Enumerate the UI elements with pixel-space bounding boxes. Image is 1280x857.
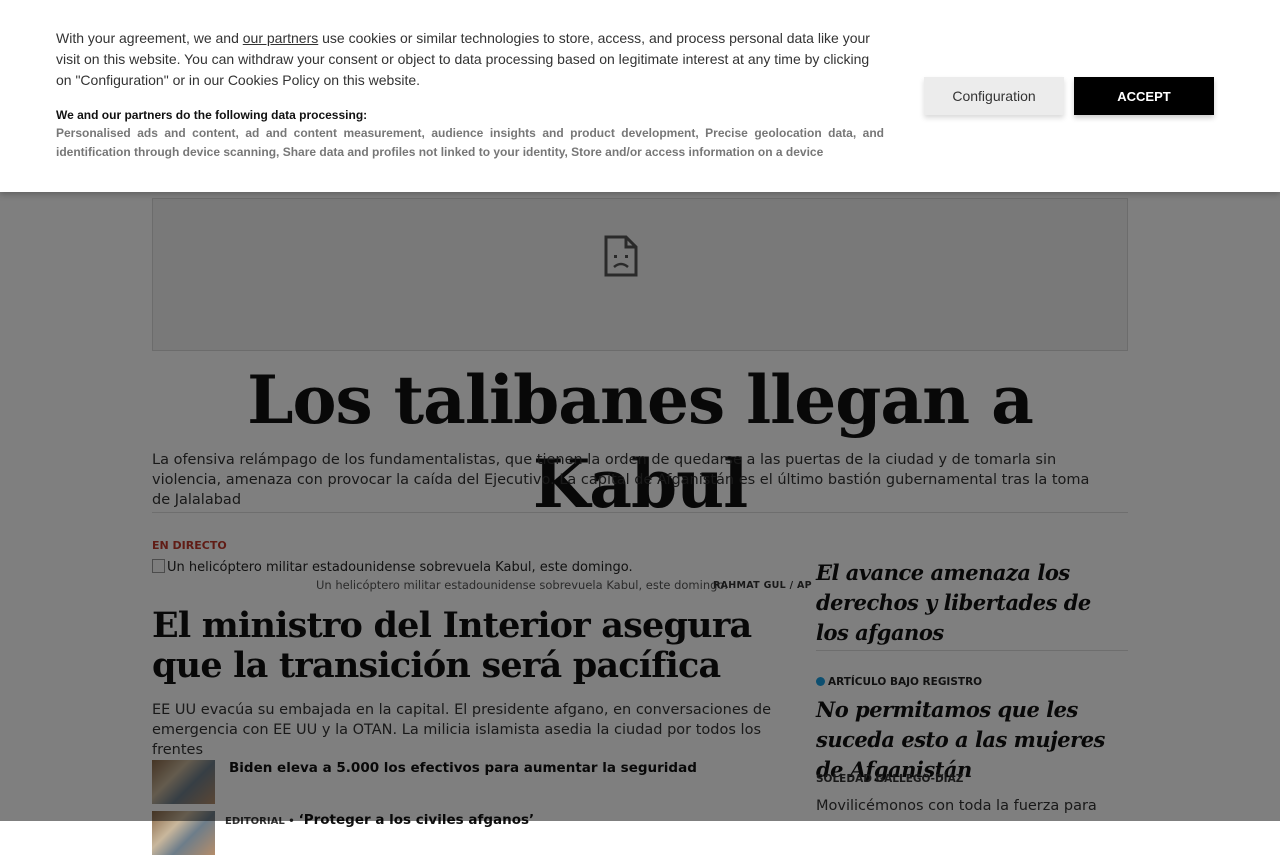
partners-link[interactable]: our partners [243, 30, 318, 46]
processing-list: Personalised ads and content, ad and con… [56, 126, 884, 159]
configuration-button[interactable]: Configuration [924, 77, 1064, 115]
processing-title: We and our partners do the following dat… [56, 108, 368, 122]
accept-button[interactable]: ACCEPT [1074, 77, 1214, 115]
cookie-banner: With your agreement, we and our partners… [0, 0, 1280, 192]
consent-text: With your agreement, we and our partners… [56, 30, 870, 88]
